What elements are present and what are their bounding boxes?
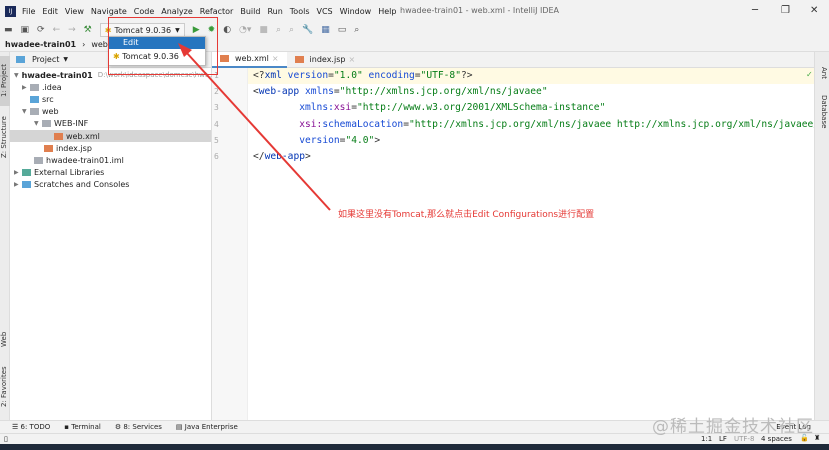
watermark: @稀土掘金技术社区: [652, 417, 814, 437]
arrow-shaft: [185, 51, 331, 211]
annotation-note: 如果这里没有Tomcat,那么就点击Edit Configurations进行配…: [338, 210, 595, 220]
annotation-arrow: [178, 43, 331, 211]
